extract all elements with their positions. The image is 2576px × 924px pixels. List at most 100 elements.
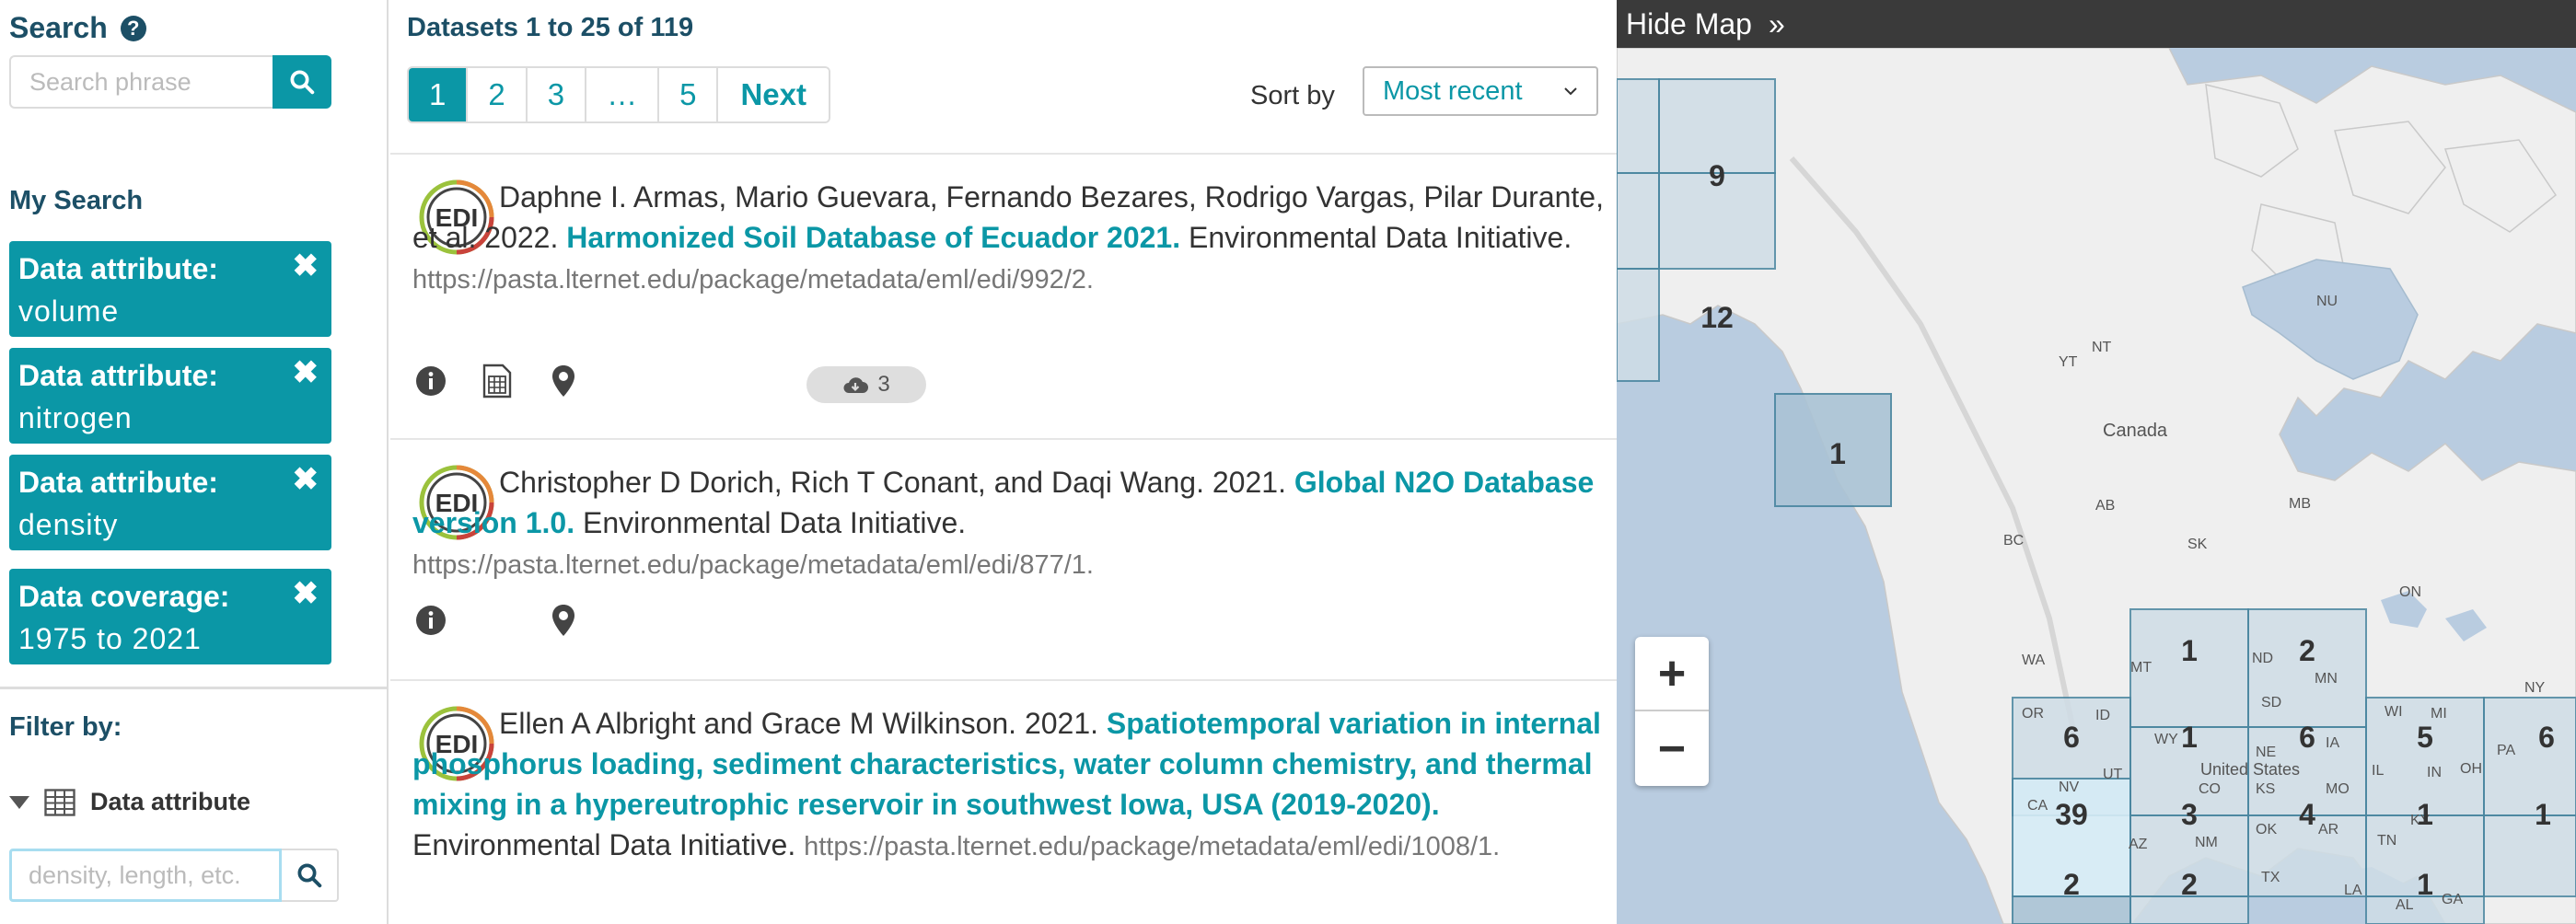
grid-cell[interactable] (1617, 268, 1660, 382)
hide-map-toggle[interactable]: Hide Map » (1617, 0, 2576, 48)
region-label: MN (2315, 671, 2338, 687)
zoom-control: + − (1635, 637, 1709, 786)
authors: Christopher D Dorich, Rich T Conant, and… (499, 466, 1286, 499)
facet-label: Data attribute (90, 788, 251, 815)
chip-value: density (18, 508, 119, 541)
double-chevron-right-icon: » (1768, 6, 1785, 40)
my-search-heading: My Search (9, 186, 144, 215)
region-label: AR (2318, 822, 2338, 837)
page-2-button[interactable]: 2 (468, 68, 528, 121)
facet-search-button[interactable] (282, 849, 339, 902)
page-1-button[interactable]: 1 (409, 68, 469, 121)
result-item: EDI Ellen A Albright and Grace M Wilkins… (390, 681, 1617, 924)
cell-count: 1 (2417, 868, 2433, 901)
remove-chip-icon[interactable]: ✖ (293, 578, 319, 609)
cell-count: 1 (2417, 798, 2433, 831)
filter-chip-coverage: Data coverage: 1975 to 2021 ✖ (9, 569, 331, 664)
result-count: Datasets 1 to 25 of 119 (407, 13, 694, 42)
map-panel[interactable]: Hide Map » NU NT YT AB BC SK MB ON WA MT… (1617, 0, 2576, 924)
chip-key: Data coverage: (18, 580, 230, 613)
facet-search-input[interactable] (9, 849, 282, 902)
citation: Christopher D Dorich, Rich T Conant, and… (412, 462, 1606, 585)
region-label: WY (2154, 732, 2178, 747)
page-5-button[interactable]: 5 (659, 68, 719, 121)
chip-value: 1975 to 2021 (18, 622, 202, 655)
search-title: Search (9, 11, 108, 44)
next-page-button[interactable]: Next (718, 68, 829, 121)
chip-key: Data attribute: (18, 359, 218, 392)
region-label: BC (2003, 533, 2024, 549)
region-label: PA (2497, 743, 2515, 758)
results-panel: Datasets 1 to 25 of 119 1 2 3 … 5 Next S… (390, 0, 1617, 924)
remove-chip-icon[interactable]: ✖ (293, 357, 319, 388)
map-marker-icon[interactable] (545, 602, 582, 639)
region-label: ND (2252, 651, 2273, 666)
search-button[interactable] (273, 55, 331, 109)
filter-chip-density: Data attribute: density ✖ (9, 455, 331, 550)
cell-count: 1 (2181, 721, 2198, 754)
search-icon (297, 863, 322, 888)
caret-down-icon[interactable] (9, 795, 29, 809)
region-label: MT (2130, 660, 2152, 676)
grid-cell[interactable] (2483, 814, 2576, 897)
dataset-url[interactable]: https://pasta.lternet.edu/package/metada… (804, 832, 1500, 861)
page-3-button[interactable]: 3 (527, 68, 587, 121)
search-input[interactable] (9, 55, 273, 109)
cloud-download-icon (843, 377, 869, 393)
region-label: NE (2256, 745, 2276, 760)
filter-by-heading: Filter by: (9, 712, 122, 742)
sort-value: Most recent (1383, 75, 1523, 106)
region-label: OH (2460, 761, 2482, 777)
grid-cell[interactable] (1617, 78, 1660, 174)
grid-cell[interactable] (1617, 172, 1660, 270)
cell-count: 5 (2417, 721, 2433, 754)
region-label: AZ (2129, 837, 2148, 852)
region-label: TX (2261, 870, 2280, 885)
search-box (9, 55, 331, 109)
cell-count: 9 (1709, 159, 1725, 192)
citation: Daphne I. Armas, Mario Guevara, Fernando… (412, 177, 1606, 300)
dataset-url[interactable]: https://pasta.lternet.edu/package/metada… (412, 265, 1094, 295)
zoom-in-button[interactable]: + (1635, 637, 1709, 711)
info-icon[interactable] (412, 602, 449, 639)
zoom-out-button[interactable]: − (1635, 711, 1709, 786)
table-icon[interactable] (479, 363, 516, 399)
map-canvas[interactable]: NU NT YT AB BC SK MB ON WA MT ND MN OR I… (1617, 48, 2576, 924)
result-actions (412, 602, 611, 639)
remove-chip-icon[interactable]: ✖ (293, 464, 319, 495)
dataset-url[interactable]: https://pasta.lternet.edu/package/metada… (412, 550, 1094, 580)
map-marker-icon[interactable] (545, 363, 582, 399)
dataset-title-link[interactable]: Harmonized Soil Database of Ecuador 2021… (566, 221, 1180, 254)
cell-count: 3 (2181, 798, 2198, 831)
region-label: SK (2187, 537, 2208, 552)
region-label: NM (2195, 835, 2218, 850)
sort-select[interactable]: Most recent (1363, 66, 1598, 116)
cell-count: 1 (2181, 634, 2198, 667)
region-label: OK (2256, 822, 2277, 837)
pagination: 1 2 3 … 5 Next (407, 66, 830, 123)
hide-map-label: Hide Map (1626, 6, 1752, 40)
region-label: CO (2199, 781, 2221, 797)
region-label: MI (2431, 706, 2447, 722)
info-icon[interactable] (412, 363, 449, 399)
region-label: IN (2427, 765, 2442, 780)
region-label: KS (2256, 781, 2275, 797)
download-count-badge[interactable]: 3 (806, 366, 926, 403)
cell-count: 4 (2299, 798, 2315, 831)
region-label: TN (2377, 833, 2396, 849)
cell-count: 6 (2538, 721, 2555, 754)
facet-data-attribute[interactable]: Data attribute (9, 788, 250, 816)
region-label: SD (2261, 695, 2281, 710)
region-label: MO (2326, 781, 2350, 797)
country-label: Canada (2103, 421, 2168, 441)
region-label: AL (2396, 897, 2414, 913)
region-label: OR (2022, 706, 2044, 722)
help-icon[interactable]: ? (120, 15, 146, 41)
region-label: WA (2022, 653, 2046, 668)
chip-key: Data attribute: (18, 252, 218, 285)
remove-chip-icon[interactable]: ✖ (293, 250, 319, 282)
table-icon (44, 788, 75, 816)
country-label: United States (2200, 760, 2300, 779)
cell-count: 6 (2299, 721, 2315, 754)
region-label: CA (2027, 798, 2048, 814)
